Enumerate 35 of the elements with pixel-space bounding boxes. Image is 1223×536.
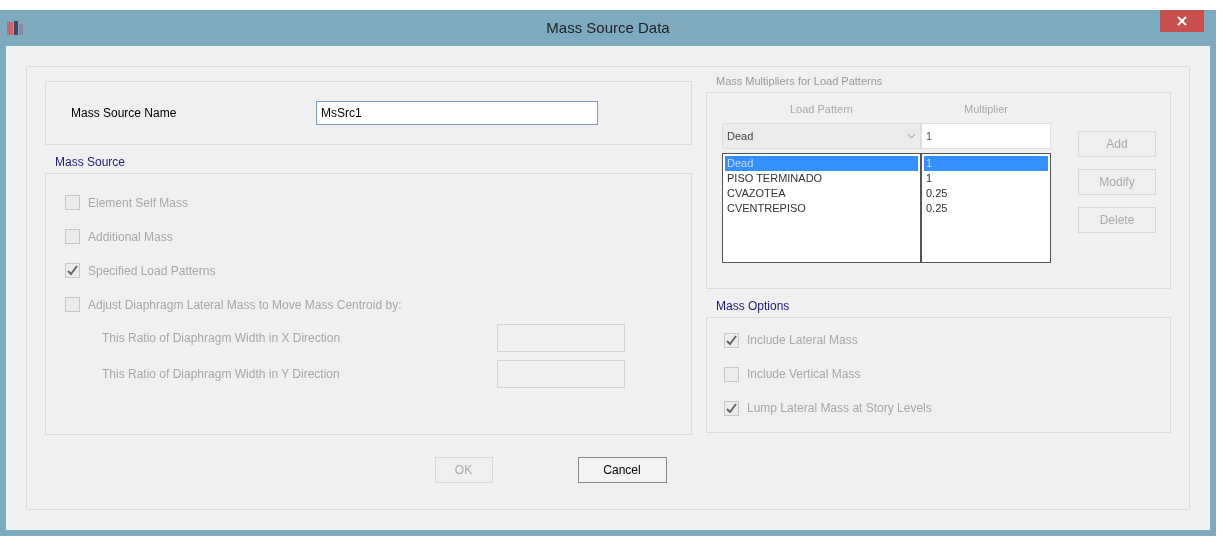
group-title: Mass Options	[716, 297, 790, 315]
checkbox-label: Lump Lateral Mass at Story Levels	[747, 400, 932, 417]
load-pattern-dropdown[interactable]: Dead	[722, 123, 921, 149]
dialog-button[interactable]: Cancel	[577, 457, 667, 483]
close-button[interactable]	[1160, 10, 1204, 32]
field-label: Mass Source Name	[71, 105, 178, 122]
checkmark-icon	[726, 334, 737, 346]
list-item[interactable]: 1	[924, 171, 1048, 186]
mass-source-name-field[interactable]: MsSrc1	[316, 101, 598, 125]
list-item[interactable]: 0.25	[924, 186, 1048, 201]
checkbox-label: Adjust Diaphragm Lateral Mass to Move Mass Centroid by:	[88, 296, 402, 314]
close-icon	[1177, 16, 1187, 26]
window-title: Mass Source Data	[546, 17, 670, 38]
chevron-down-icon	[907, 133, 916, 139]
group-title: Mass Source	[55, 154, 126, 171]
multiplier-field[interactable]: 1	[921, 123, 1051, 149]
ratio-label: This Ratio of Diaphragm Width in X Direction	[102, 330, 341, 347]
ratio-label: This Ratio of Diaphragm Width in Y Direction	[102, 366, 340, 383]
checkmark-icon	[67, 265, 78, 276]
column-header: Load Pattern	[789, 101, 854, 117]
column-header: Multiplier	[963, 101, 1009, 117]
group-title: Mass Multipliers for Load Patterns	[716, 74, 883, 89]
list-item[interactable]: 0.25	[924, 201, 1048, 216]
list-item[interactable]: CVENTREPISO	[725, 201, 918, 216]
app-icon[interactable]	[6, 20, 24, 36]
checkbox-label: Specified Load Patterns	[88, 262, 216, 280]
checkbox-label: Element Self Mass	[88, 194, 189, 212]
checkbox-label: Include Lateral Mass	[747, 332, 858, 349]
ratio-field[interactable]	[497, 324, 625, 352]
list-item[interactable]: CVAZOTEA	[725, 186, 918, 201]
checkbox-label: Include Vertical Mass	[747, 366, 861, 383]
checkmark-icon	[726, 402, 737, 414]
checkbox-label: Additional Mass	[88, 228, 173, 246]
list-item[interactable]: PISO TERMINADO	[725, 171, 918, 186]
ratio-field[interactable]	[497, 360, 625, 388]
